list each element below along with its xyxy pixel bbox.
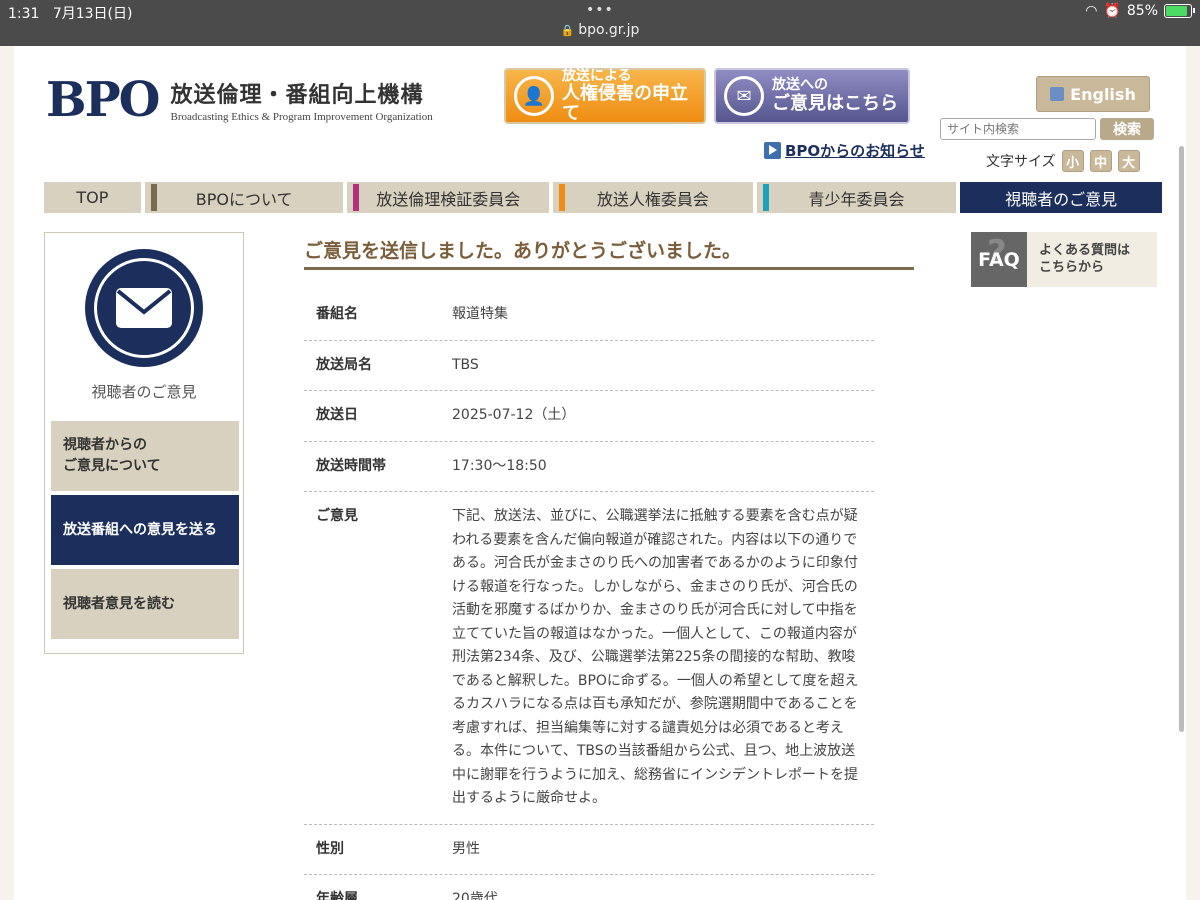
lock-icon: 🔒 — [560, 24, 575, 37]
web-page: BPO 放送倫理・番組向上機構 Broadcasting Ethics & Pr… — [14, 46, 1186, 900]
nav-youth-committee[interactable]: 青少年委員会 — [756, 182, 957, 213]
submission-details: 番組名 報道特集 放送局名 TBS 放送日 2025-07-12（土） 放送時間… — [304, 290, 874, 900]
url-text: bpo.gr.jp — [578, 22, 640, 38]
nav-rights-committee[interactable]: 放送人権委員会 — [553, 182, 753, 213]
person-icon: 👤 — [514, 76, 554, 116]
envelope-icon — [116, 288, 172, 328]
sidebar-title: 視聴者のご意見 — [91, 383, 197, 401]
address-bar[interactable]: 🔒 bpo.gr.jp — [0, 22, 1200, 38]
detail-row-gender: 性別 男性 — [304, 825, 874, 876]
status-right: ◠ ⏰ 85% — [1085, 3, 1195, 19]
battery-icon — [1164, 4, 1195, 18]
status-time: 1:31 7月13日(日) — [8, 6, 133, 22]
detail-row-age: 年齢層 20歳代 — [304, 875, 874, 900]
site-search-input[interactable] — [940, 118, 1096, 140]
faq-icon: ? FAQ — [971, 232, 1027, 287]
nav-color-bar — [353, 184, 360, 211]
page-scrollbar[interactable] — [1179, 146, 1184, 732]
search-button[interactable]: 検索 — [1100, 118, 1154, 140]
english-button[interactable]: English — [1036, 76, 1150, 112]
logo-english-name: Broadcasting Ethics & Program Improvemen… — [170, 111, 433, 123]
wifi-icon: ◠ — [1085, 3, 1098, 19]
opinion-button[interactable]: ✉ 放送への ご意見はこちら — [714, 68, 910, 124]
mail-icon — [85, 249, 203, 367]
status-date: 7月13日(日) — [52, 6, 133, 22]
font-size-large-button[interactable]: 大 — [1117, 150, 1140, 172]
play-icon — [764, 142, 781, 159]
bpo-notice-link[interactable]: BPOからのお知らせ — [764, 140, 925, 161]
tab-dots-icon[interactable]: ••• — [586, 2, 614, 18]
detail-row-opinion: ご意見 下記、放送法、並びに、公職選挙法に抵触する要素を含む点が疑われる要素を含… — [304, 492, 874, 825]
detail-row-program: 番組名 報道特集 — [304, 290, 874, 341]
sidebar: 視聴者のご意見 視聴者からの ご意見について 放送番組への意見を送る 視聴者意見… — [44, 232, 244, 654]
font-size-medium-button[interactable]: 中 — [1089, 150, 1112, 172]
sidebar-item-about-opinions[interactable]: 視聴者からの ご意見について — [51, 421, 239, 491]
detail-row-station: 放送局名 TBS — [304, 341, 874, 392]
mail-icon: ✉ — [724, 76, 764, 116]
battery-percent: 85% — [1126, 3, 1158, 19]
nav-viewer-opinions[interactable]: 視聴者のご意見 — [960, 182, 1162, 213]
status-bar: 1:31 7月13日(日) ••• 🔒 bpo.gr.jp ◠ ⏰ 85% — [0, 0, 1200, 46]
nav-color-bar — [762, 184, 769, 211]
sidebar-item-read-opinions[interactable]: 視聴者意見を読む — [51, 569, 239, 639]
nav-color-bar — [150, 184, 157, 211]
nav-about[interactable]: BPOについて — [144, 182, 344, 213]
page-title: ご意見を送信しました。ありがとうございました。 — [304, 236, 914, 270]
site-logo[interactable]: BPO 放送倫理・番組向上機構 Broadcasting Ethics & Pr… — [46, 72, 433, 128]
font-size-small-button[interactable]: 小 — [1061, 150, 1084, 172]
detail-row-time: 放送時間帯 17:30〜18:50 — [304, 442, 874, 493]
nav-top[interactable]: TOP — [44, 182, 141, 213]
nav-color-bar — [559, 184, 566, 211]
play-icon — [1050, 87, 1065, 101]
main-nav: TOP BPOについて 放送倫理検証委員会 放送人権委員会 青少年委員会 視聴者… — [44, 182, 1162, 213]
sidebar-item-send-opinion[interactable]: 放送番組への意見を送る — [51, 495, 239, 565]
alarm-icon: ⏰ — [1103, 3, 1121, 19]
detail-row-date: 放送日 2025-07-12（土） — [304, 391, 874, 442]
nav-ethics-committee[interactable]: 放送倫理検証委員会 — [347, 182, 550, 213]
logo-japanese-name: 放送倫理・番組向上機構 — [170, 83, 424, 108]
rights-complaint-button[interactable]: 👤 放送による 人権侵害の申立て — [504, 68, 706, 124]
font-size-control: 文字サイズ 小 中 大 — [986, 150, 1140, 172]
faq-link[interactable]: ? FAQ よくある質問は こちらから — [971, 232, 1157, 287]
logo-mark: BPO — [46, 72, 160, 128]
